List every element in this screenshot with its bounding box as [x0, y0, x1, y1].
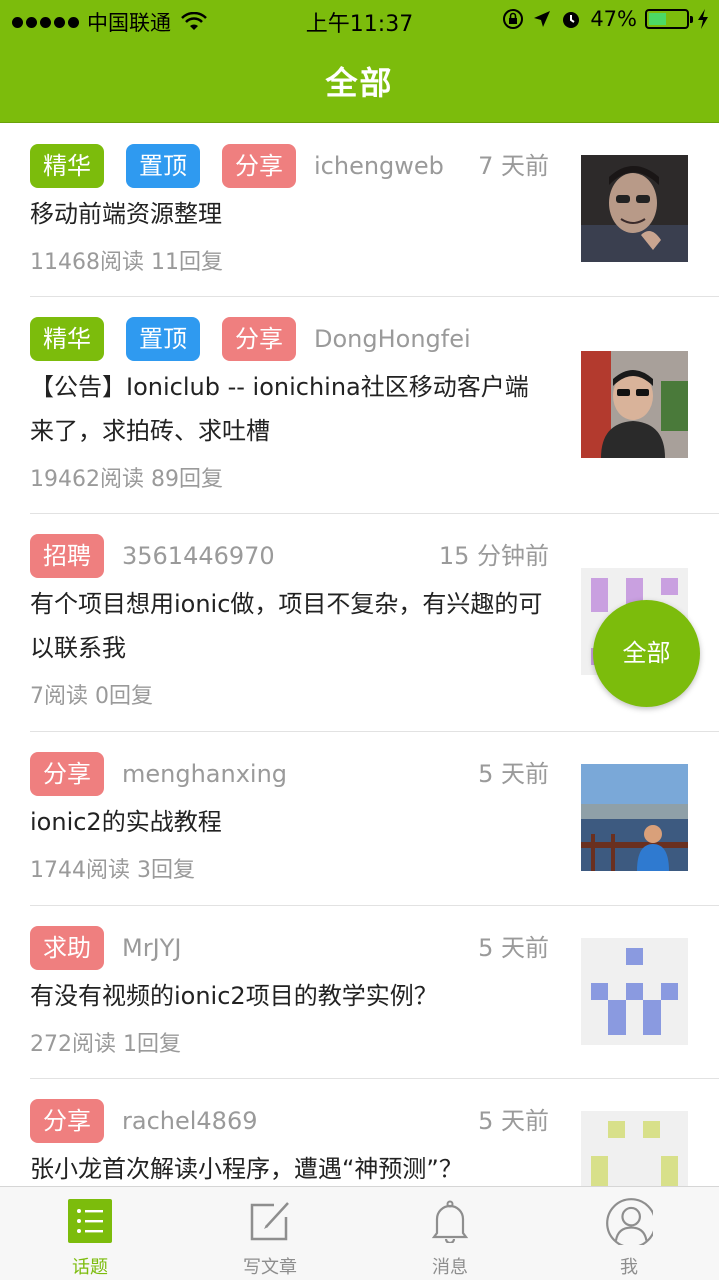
tab-label: 写文章	[243, 1257, 297, 1278]
battery-percent: 47%	[590, 7, 637, 31]
tab-label: 消息	[432, 1257, 468, 1278]
tab-label: 话题	[72, 1257, 108, 1278]
avatar[interactable]	[581, 764, 688, 871]
tag-share: 分享	[30, 1099, 104, 1143]
topic-stats: 272阅读 1回复	[30, 1032, 181, 1057]
topic-item[interactable]: 分享 rachel4869 5 天前 张小龙首次解读小程序，遭遇“神预测”？	[30, 1079, 719, 1186]
topic-time: 5 天前	[478, 1107, 549, 1135]
tag-job: 招聘	[30, 534, 104, 578]
tag-top: 置顶	[126, 144, 200, 188]
tag-good: 精华	[30, 317, 104, 361]
tag-good: 精华	[30, 144, 104, 188]
tab-topics[interactable]: 话题	[0, 1187, 180, 1280]
topic-time: 7 天前	[478, 152, 549, 180]
topic-title[interactable]: ionic2的实战教程	[30, 800, 550, 844]
topic-stats: 7阅读 0回复	[30, 684, 153, 709]
topic-title[interactable]: 【公告】Ioniclub -- ionichina社区移动客户端来了，求拍砖、求…	[30, 365, 550, 453]
author-name[interactable]: 3561446970	[122, 542, 275, 570]
avatar[interactable]	[581, 938, 688, 1045]
topic-time: 5 天前	[478, 934, 549, 962]
topic-title[interactable]: 移动前端资源整理	[30, 192, 550, 236]
bell-icon	[431, 1200, 469, 1243]
author-name[interactable]: menghanxing	[122, 760, 287, 788]
tab-bar: 话题 写文章 消息 我	[0, 1186, 719, 1280]
rotation-lock-icon	[503, 9, 524, 29]
battery-icon	[645, 9, 693, 29]
user-icon	[606, 1198, 653, 1245]
alarm-icon	[563, 12, 580, 28]
topic-stats: 11468阅读 11回复	[30, 250, 223, 275]
topic-title[interactable]: 张小龙首次解读小程序，遭遇“神预测”？	[30, 1147, 550, 1186]
filter-fab-button[interactable]: 全部	[593, 600, 700, 707]
author-name[interactable]: ichengweb	[314, 152, 444, 180]
tag-share: 分享	[30, 752, 104, 796]
topic-item[interactable]: 精华 置顶 分享 DongHongfei 【公告】Ioniclub -- ion…	[30, 297, 719, 514]
topic-stats: 1744阅读 3回复	[30, 858, 195, 883]
charging-icon	[698, 9, 708, 29]
topic-item[interactable]: 求助 MrJYJ 5 天前 有没有视频的ionic2项目的教学实例？ 272阅读…	[30, 906, 719, 1079]
tab-write[interactable]: 写文章	[180, 1187, 360, 1280]
list-icon	[68, 1199, 112, 1243]
tab-messages[interactable]: 消息	[360, 1187, 540, 1280]
tag-ask: 求助	[30, 926, 104, 970]
page-title: 全部	[325, 64, 394, 102]
tag-top: 置顶	[126, 317, 200, 361]
topic-stats: 19462阅读 89回复	[30, 467, 223, 492]
avatar[interactable]	[581, 351, 688, 458]
topic-title[interactable]: 有个项目想用ionic做，项目不复杂，有兴趣的可以联系我	[30, 582, 550, 670]
edit-icon	[250, 1202, 289, 1241]
tab-me[interactable]: 我	[539, 1187, 719, 1280]
topic-title[interactable]: 有没有视频的ionic2项目的教学实例？	[30, 974, 550, 1018]
topic-time: 5 天前	[478, 760, 549, 788]
status-bar: 中国联通 上午11:37 47%	[0, 0, 719, 40]
topic-item[interactable]: 精华 置顶 分享 ichengweb 7 天前 移动前端资源整理 11468阅读…	[30, 124, 719, 297]
avatar[interactable]	[581, 1111, 688, 1186]
author-name[interactable]: DongHongfei	[314, 325, 471, 353]
location-arrow-icon	[534, 11, 551, 27]
tag-share: 分享	[222, 317, 296, 361]
top-bar: 中国联通 上午11:37 47% 全部	[0, 0, 719, 123]
author-name[interactable]: rachel4869	[122, 1107, 258, 1135]
topic-time: 15 分钟前	[438, 542, 549, 570]
avatar[interactable]	[581, 155, 688, 262]
topic-item[interactable]: 分享 menghanxing 5 天前 ionic2的实战教程 1744阅读 3…	[30, 732, 719, 906]
tab-label: 我	[620, 1257, 638, 1278]
author-name[interactable]: MrJYJ	[122, 934, 181, 962]
tag-share: 分享	[222, 144, 296, 188]
